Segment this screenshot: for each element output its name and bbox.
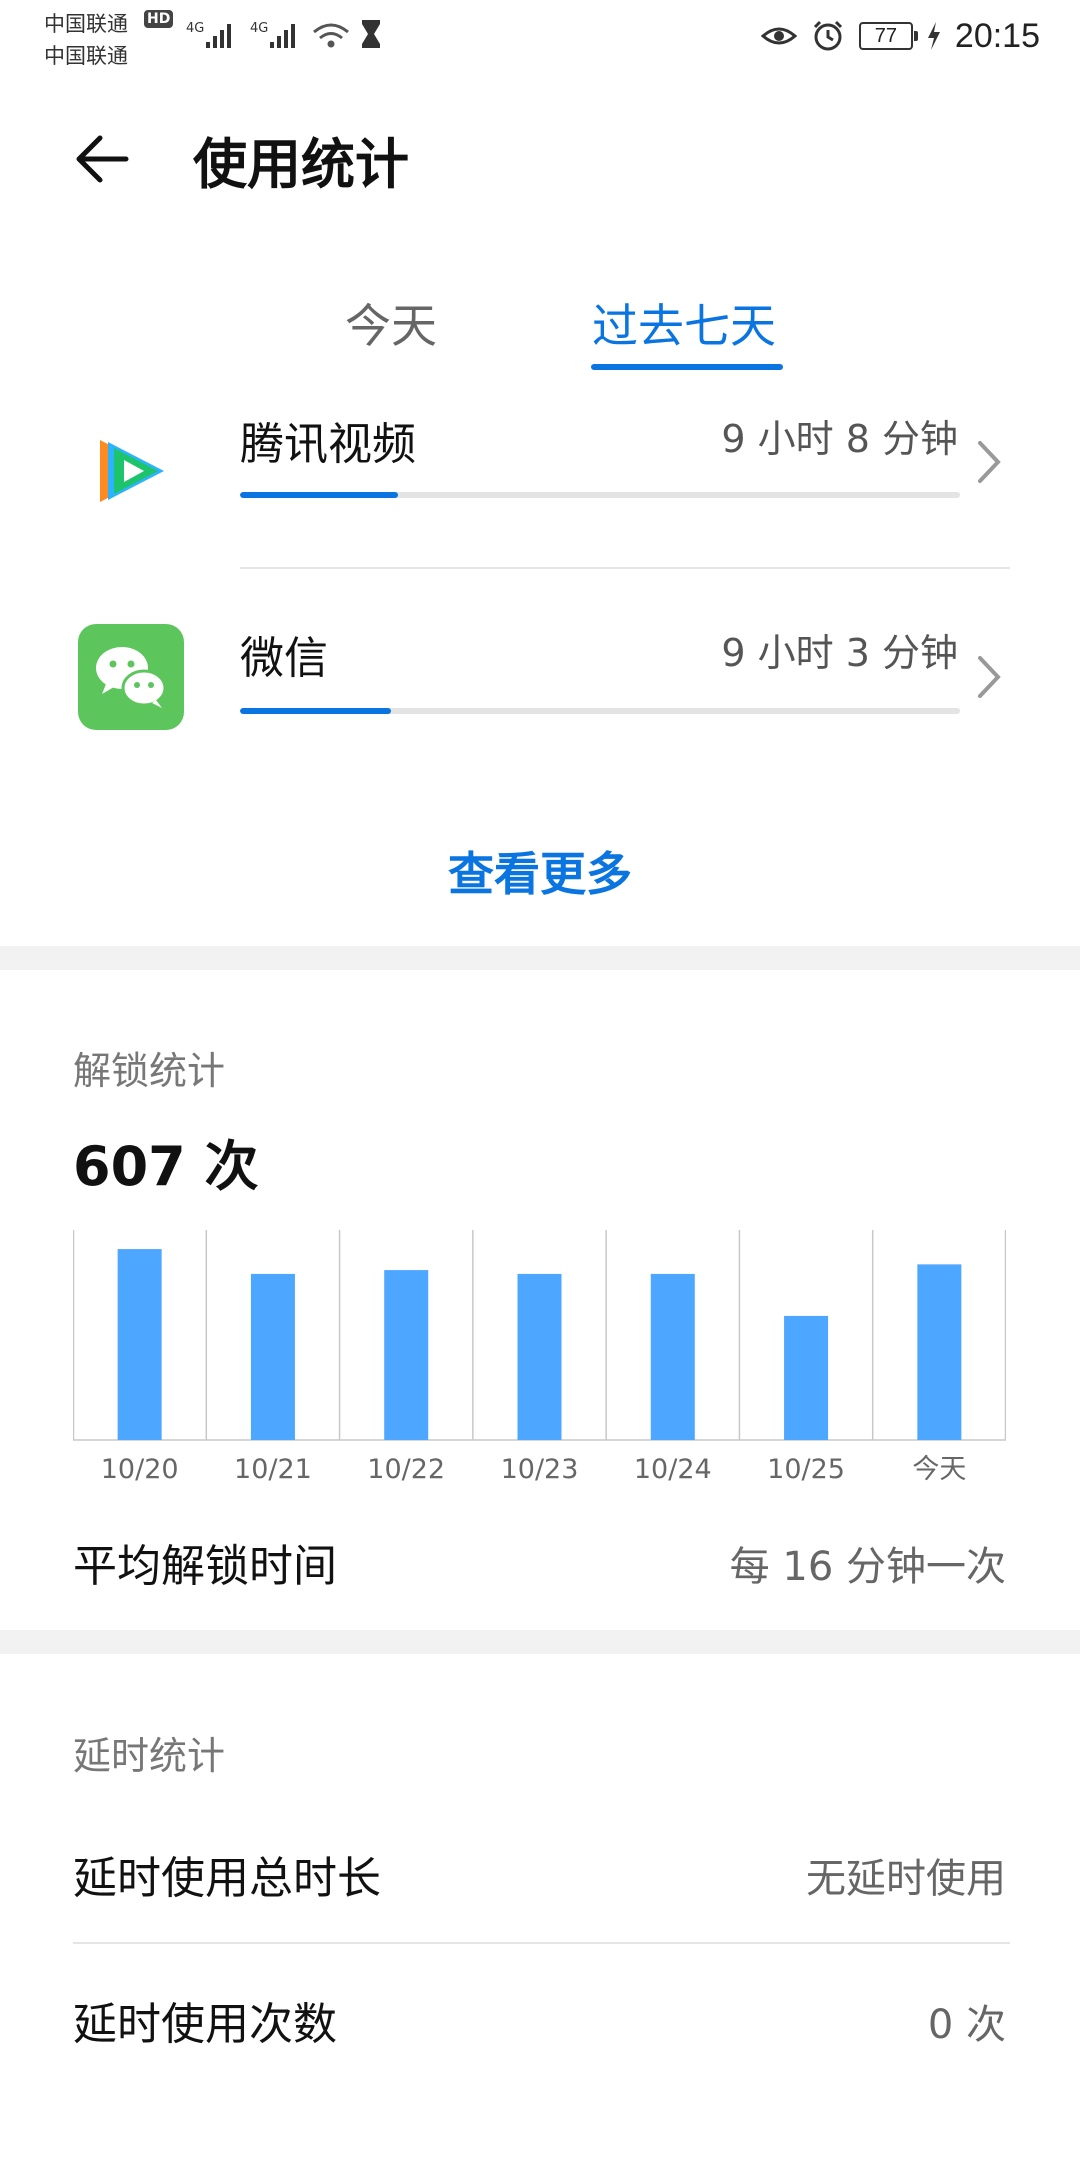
carrier-label-1: 中国联通 (44, 12, 128, 36)
wechat-icon (78, 624, 184, 730)
chart-bar (517, 1273, 562, 1440)
delay-section-label: 延时统计 (73, 1734, 226, 1778)
average-unlock-row: 平均解锁时间 每 16 分钟一次 (73, 1530, 1006, 1592)
chart-bar (250, 1273, 295, 1440)
hd-badge: HD (144, 10, 174, 28)
clock: 20:15 (954, 16, 1040, 55)
back-button[interactable] (70, 124, 140, 194)
delay-count-row[interactable]: 延时使用次数 0 次 (73, 1988, 1006, 2068)
chart-tick-label: 10/24 (634, 1454, 712, 1485)
app-name: 微信 (240, 633, 328, 684)
average-unlock-value: 每 16 分钟一次 (729, 1544, 1006, 1590)
app-usage-time: 9 小时 3 分钟 (721, 631, 958, 675)
section-divider (0, 946, 1080, 970)
usage-progress-fill (240, 708, 392, 714)
tencent-video-icon (100, 440, 164, 502)
unlock-section-label: 解锁统计 (73, 1049, 226, 1093)
app-name: 腾讯视频 (240, 419, 416, 470)
delay-row-value: 0 次 (927, 2002, 1006, 2048)
unlock-count: 607 次 (73, 1135, 259, 1198)
page-header: 使用统计 (0, 110, 1080, 200)
section-divider (0, 1630, 1080, 1654)
network-type-2: 4G (250, 21, 268, 36)
chevron-right-icon (978, 441, 1001, 483)
view-more-link[interactable]: 查看更多 (0, 838, 1080, 904)
page-title: 使用统计 (193, 133, 409, 196)
period-tabs: 今天 过去七天 (0, 290, 1080, 380)
chart-bar (650, 1273, 695, 1440)
app-usage-time: 9 小时 8 分钟 (721, 417, 958, 461)
chart-bar (917, 1264, 962, 1440)
chart-tick-label: 10/23 (501, 1454, 579, 1485)
usage-progress-track (240, 708, 960, 714)
chart-tick-label: 10/21 (234, 1454, 312, 1485)
row-divider (73, 1942, 1010, 1944)
chart-bar (384, 1270, 429, 1440)
chart-tick-label: 10/20 (101, 1454, 179, 1485)
chart-tick-label: 10/22 (367, 1454, 445, 1485)
charging-icon (927, 22, 940, 50)
network-status-icons: 4G 4G (186, 20, 380, 48)
row-divider (240, 567, 1010, 569)
chart-tick-label: 10/25 (767, 1454, 845, 1485)
network-type-1: 4G (186, 21, 204, 36)
status-right-group: 77 20:15 (760, 12, 1040, 60)
chevron-right-icon (978, 656, 1001, 698)
app-usage-row-tencent-video[interactable]: 腾讯视频 9 小时 8 分钟 (0, 380, 1080, 580)
battery-icon: 77 (858, 22, 918, 50)
app-screen: 中国联通 中国联通 HD 4G 4G 77 20:15 使用统计 今天 过去七天… (0, 0, 1080, 2160)
delay-row-value: 无延时使用 (806, 1856, 1006, 1902)
chart-bar (117, 1249, 162, 1440)
usage-progress-track (240, 492, 960, 498)
tab-indicator (591, 364, 783, 370)
usage-progress-fill (240, 492, 399, 498)
tab-today[interactable]: 今天 (345, 290, 437, 356)
delay-row-label: 延时使用总时长 (73, 1853, 381, 1904)
delay-row-label: 延时使用次数 (73, 1999, 337, 2050)
delay-total-duration-row[interactable]: 延时使用总时长 无延时使用 (73, 1842, 1006, 1922)
chart-tick-label: 今天 (912, 1454, 966, 1485)
wifi-icon (313, 23, 349, 48)
status-bar: 中国联通 中国联通 HD 4G 4G 77 20:15 (0, 0, 1080, 72)
app-usage-row-wechat[interactable]: 微信 9 小时 3 分钟 (0, 600, 1080, 800)
eye-icon (760, 27, 797, 45)
hourglass-icon (362, 20, 380, 48)
signal-icon (206, 24, 231, 48)
signal-icon (270, 24, 295, 48)
carrier-label-2: 中国联通 (44, 44, 128, 68)
average-unlock-label: 平均解锁时间 (73, 1541, 337, 1592)
alarm-icon (813, 20, 842, 51)
chart-bar (784, 1315, 829, 1440)
unlock-bar-chart: 10/20 10/21 10/22 10/23 10/24 10/25 今天 (73, 1230, 1006, 1485)
back-arrow-icon (76, 135, 129, 183)
tab-past-seven-days[interactable]: 过去七天 (592, 290, 776, 356)
